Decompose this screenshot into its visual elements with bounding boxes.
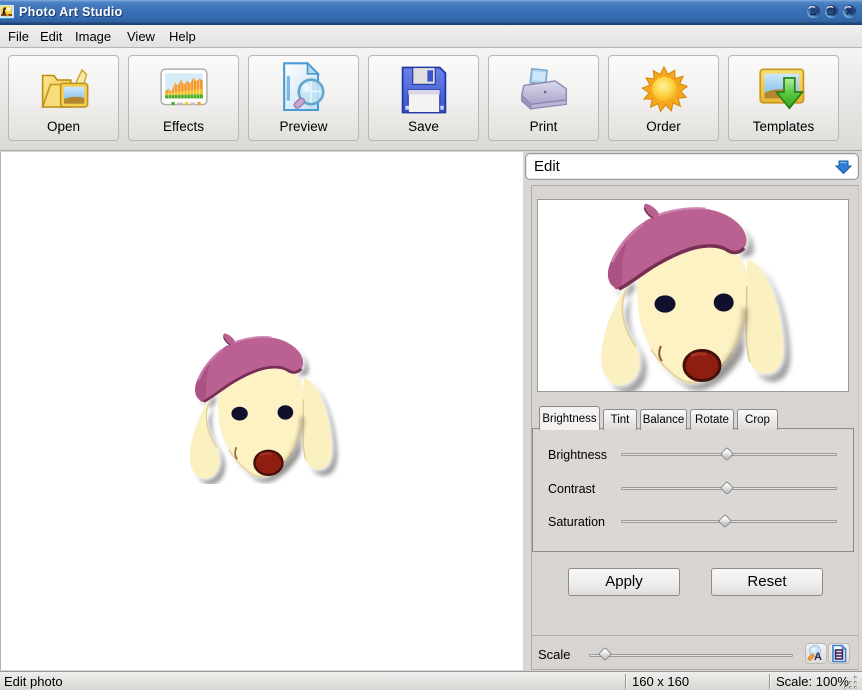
svg-text:A: A <box>814 651 822 663</box>
